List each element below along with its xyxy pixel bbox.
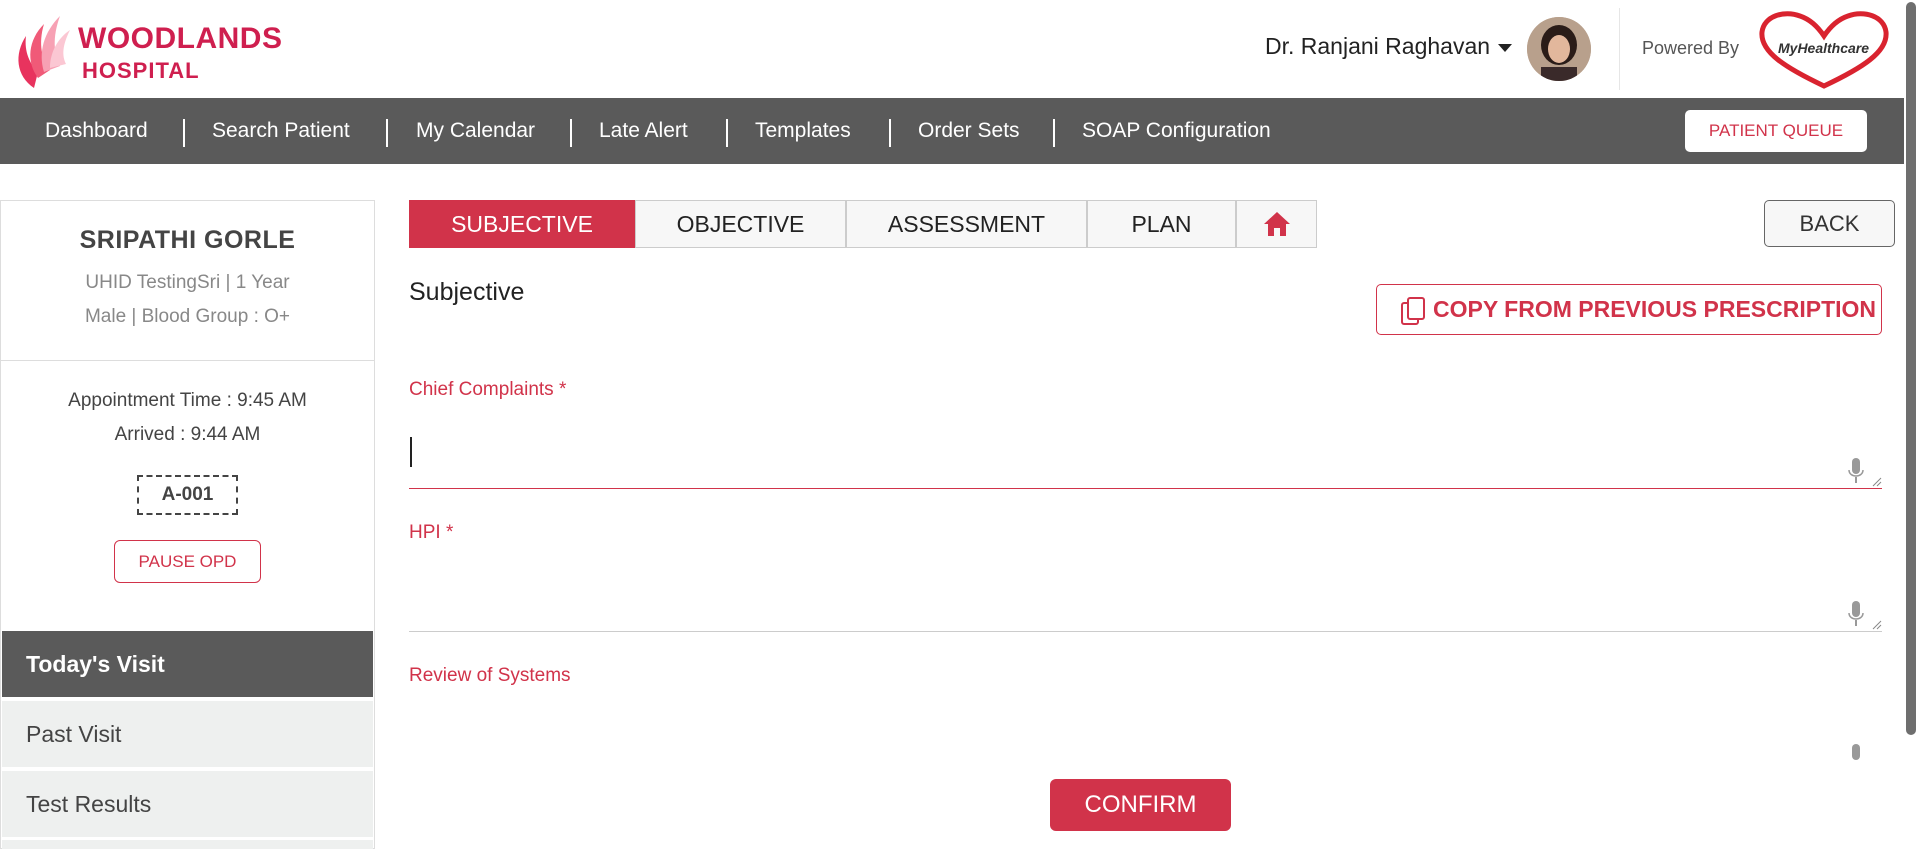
avatar-image-icon — [1527, 17, 1591, 81]
powered-by-label: Powered By — [1642, 38, 1740, 58]
mic-icon[interactable] — [1848, 601, 1864, 627]
resize-handle-icon[interactable] — [1872, 620, 1882, 630]
sidebar-item-test-results[interactable]: Test Results — [2, 771, 373, 837]
main-nav: Dashboard Search Patient My Calendar Lat… — [0, 98, 1904, 164]
tab-assessment[interactable]: ASSESSMENT — [846, 200, 1087, 248]
partner-logo-text: MyHealthcare — [1778, 40, 1870, 56]
review-of-systems-field[interactable] — [409, 700, 1882, 760]
flame-logo-icon — [18, 16, 70, 88]
home-icon — [1263, 212, 1290, 236]
nav-divider — [570, 119, 572, 147]
doctor-menu[interactable]: Dr. Ranjani Raghavan — [1265, 33, 1513, 60]
nav-search-patient[interactable]: Search Patient — [212, 98, 350, 164]
nav-my-calendar[interactable]: My Calendar — [416, 98, 535, 164]
pause-opd-button[interactable]: PAUSE OPD — [114, 540, 261, 583]
tab-objective[interactable]: OBJECTIVE — [635, 200, 846, 248]
nav-order-sets[interactable]: Order Sets — [918, 98, 1020, 164]
nav-divider — [183, 119, 185, 147]
avatar[interactable] — [1527, 17, 1591, 81]
nav-divider — [386, 119, 388, 147]
confirm-button[interactable]: CONFIRM — [1050, 779, 1231, 831]
scrollbar-thumb[interactable] — [1906, 2, 1916, 735]
chief-complaints-field[interactable] — [409, 433, 1882, 489]
nav-divider — [726, 119, 728, 147]
patient-name: SRIPATHI GORLE — [79, 226, 296, 254]
patient-gender-blood-group: Male | Blood Group : O+ — [84, 306, 291, 327]
review-of-systems-label: Review of Systems — [409, 665, 571, 686]
nav-divider — [889, 119, 891, 147]
header-divider — [1619, 8, 1620, 90]
nav-templates[interactable]: Templates — [755, 98, 851, 164]
sidebar-item-todays-visit[interactable]: Today's Visit — [2, 631, 373, 697]
tab-subjective[interactable]: SUBJECTIVE — [409, 200, 635, 248]
mic-icon[interactable] — [1848, 744, 1864, 760]
section-title: Subjective — [409, 278, 525, 306]
sidebar-item-past-visit[interactable]: Past Visit — [2, 701, 373, 767]
mic-icon[interactable] — [1848, 458, 1864, 484]
copy-button-label: COPY FROM PREVIOUS PRESCRIPTION — [1433, 296, 1877, 322]
tab-home[interactable] — [1236, 200, 1317, 248]
resize-handle-icon[interactable] — [1872, 477, 1882, 487]
copy-icon — [1401, 297, 1425, 325]
token-number: A-001 — [137, 475, 238, 515]
nav-late-alert[interactable]: Late Alert — [599, 98, 688, 164]
header: WOODLANDS HOSPITAL Dr. Ranjani Raghavan … — [0, 0, 1920, 98]
hospital-name-line1: WOODLANDS — [78, 22, 283, 55]
hpi-field[interactable] — [409, 576, 1882, 632]
myhealthcare-logo: MyHealthcare — [1756, 8, 1892, 90]
doctor-name: Dr. Ranjani Raghavan — [1265, 33, 1491, 59]
nav-soap-configuration[interactable]: SOAP Configuration — [1082, 98, 1271, 164]
hospital-name-line2: HOSPITAL — [82, 58, 200, 83]
arrived-time: Arrived : 9:44 AM — [114, 424, 261, 445]
text-cursor — [410, 437, 412, 467]
tab-plan[interactable]: PLAN — [1087, 200, 1236, 248]
hospital-logo[interactable]: WOODLANDS HOSPITAL — [14, 12, 304, 88]
appointment-time: Appointment Time : 9:45 AM — [68, 390, 307, 411]
panel-divider — [1, 360, 374, 361]
chief-complaints-label: Chief Complaints * — [409, 379, 567, 400]
back-button[interactable]: BACK — [1764, 200, 1895, 247]
patient-uhid-age: UHID TestingSri | 1 Year — [85, 272, 290, 293]
copy-from-previous-prescription-button[interactable]: COPY FROM PREVIOUS PRESCRIPTION — [1376, 284, 1882, 335]
hpi-label: HPI * — [409, 522, 454, 543]
sidebar-item-more[interactable] — [2, 840, 373, 849]
caret-down-icon — [1498, 43, 1513, 52]
nav-dashboard[interactable]: Dashboard — [45, 98, 148, 164]
patient-queue-button[interactable]: PATIENT QUEUE — [1685, 110, 1867, 152]
nav-divider — [1053, 119, 1055, 147]
